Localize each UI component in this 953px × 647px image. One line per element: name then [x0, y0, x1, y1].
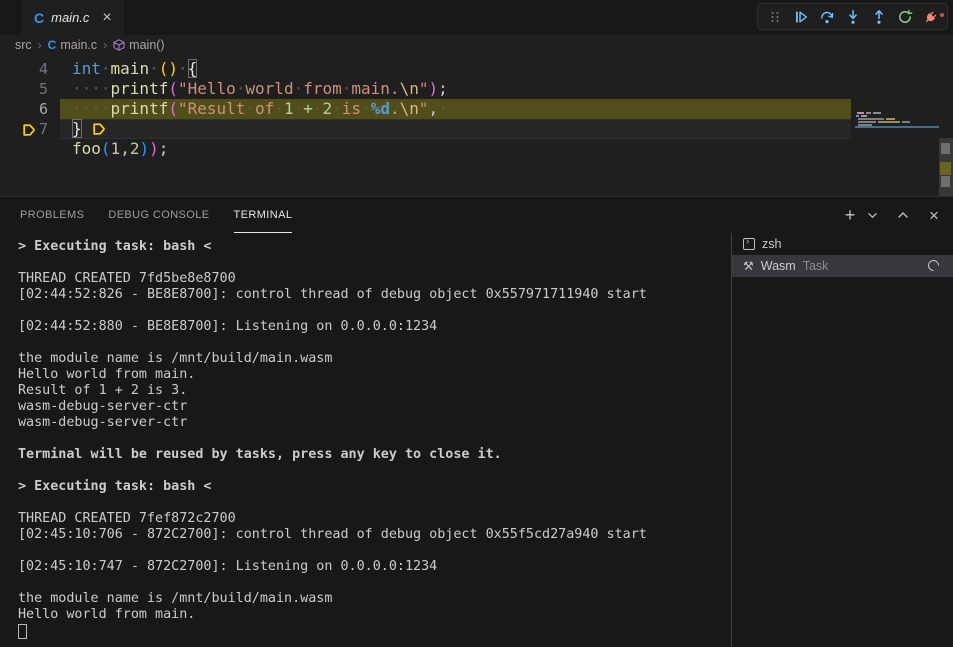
symbol-cube-icon — [113, 39, 125, 51]
tab-bar: C main.c × — [0, 0, 953, 35]
line-number: 4 — [0, 59, 48, 79]
terminal-line: Hello world from main. — [18, 367, 724, 383]
breadcrumb-src[interactable]: src — [15, 38, 32, 52]
terminal-line: > Executing task: bash < — [18, 479, 724, 495]
breadcrumb-label: main.c — [60, 38, 97, 52]
breadcrumb-label: main() — [129, 38, 164, 52]
debug-restart-icon[interactable] — [893, 5, 916, 28]
terminal-line: the module name is /mnt/build/main.wasm — [18, 351, 724, 367]
chevron-right-icon: › — [103, 38, 107, 52]
panel-tab-terminal[interactable]: TERMINAL — [234, 197, 293, 233]
tools-icon: ⚒ — [743, 260, 754, 272]
terminal-cursor — [18, 624, 27, 639]
close-tab-icon[interactable]: × — [102, 10, 111, 26]
breadcrumb-main-symbol[interactable]: main() — [113, 38, 164, 52]
terminal-line: wasm-debug-server-ctr — [18, 415, 724, 431]
terminal-line — [18, 463, 724, 479]
debug-step-into-icon[interactable] — [841, 5, 864, 28]
line-number: 6 — [0, 99, 48, 119]
panel-header: PROBLEMS DEBUG CONSOLE TERMINAL + × — [0, 197, 953, 233]
line-number: 7 — [0, 119, 48, 139]
terminal-line: THREAD CREATED 7fd5be8e8700 — [18, 271, 724, 287]
terminal-line — [18, 303, 724, 319]
code-text: int·main·()·{ — [72, 59, 197, 79]
terminal-profile-dropdown-icon[interactable] — [863, 206, 881, 224]
line-number: 5 — [0, 79, 48, 99]
new-terminal-button[interactable]: + — [841, 206, 859, 224]
maximize-panel-icon[interactable] — [894, 206, 912, 224]
bottom-panel: PROBLEMS DEBUG CONSOLE TERMINAL + × > Exec… — [0, 196, 953, 647]
terminal-item-label: Wasm — [761, 259, 796, 273]
vscode-window: C main.c × — [0, 0, 953, 647]
terminal-line: > Executing task: bash < — [18, 239, 724, 255]
terminal-line: [02:45:10:706 - 872C2700]: control threa… — [18, 527, 724, 543]
terminal-line: [02:44:52:880 - BE8E8700]: Listening on … — [18, 319, 724, 335]
tab-label: main.c — [51, 10, 89, 25]
terminal-line: the module name is /mnt/build/main.wasm — [18, 591, 724, 607]
code-text: ····printf("Hello·world·from·main.\n"); — [72, 79, 448, 99]
code-line-7[interactable]: 7} — [0, 119, 953, 139]
code-line-6[interactable]: 6····printf("Result·of·1·+·2·is·%d.\n",·… — [0, 99, 953, 119]
code-text: } — [72, 119, 82, 139]
debug-toolbar — [757, 3, 948, 30]
terminal-line: Hello world from main. — [18, 607, 724, 623]
code-editor[interactable]: 4 int·main·()·{ 5 ····printf("Hello·world·f… — [0, 55, 953, 196]
close-panel-icon[interactable]: × — [925, 206, 943, 224]
terminal-item-sublabel: Task — [803, 259, 829, 273]
breadcrumb-label: src — [15, 38, 32, 52]
debug-step-over-icon[interactable] — [815, 5, 838, 28]
toolbar-drag-gripper-icon[interactable] — [763, 5, 786, 28]
loading-spinner-icon — [926, 258, 942, 274]
terminal-output[interactable]: > Executing task: bash < THREAD CREATED 7… — [18, 239, 724, 640]
terminal-line — [18, 495, 724, 511]
terminal-icon: › — [743, 238, 755, 250]
terminal-line — [18, 575, 724, 591]
chevron-right-icon: › — [38, 38, 42, 52]
red-indicator-dot — [940, 13, 944, 17]
debug-continue-icon[interactable] — [789, 5, 812, 28]
panel-tab-problems[interactable]: PROBLEMS — [20, 197, 84, 233]
cursor-line-highlight — [60, 119, 851, 139]
terminal-line: Terminal will be reused by tasks, press … — [18, 447, 724, 463]
debug-step-out-icon[interactable] — [867, 5, 890, 28]
panel-actions: + × — [841, 197, 943, 233]
code-line-5[interactable]: 5 ····printf("Hello·world·from·main.\n"); — [0, 79, 953, 99]
terminal-line — [18, 431, 724, 447]
terminal-item-label: zsh — [762, 237, 781, 251]
terminal-line: THREAD CREATED 7fef872c2700 — [18, 511, 724, 527]
terminal-line — [18, 335, 724, 351]
c-file-icon: C — [34, 11, 44, 25]
tab-main-c[interactable]: C main.c × — [22, 0, 124, 35]
terminal-tabs-list: › zsh ⚒ Wasm Task — [731, 233, 953, 647]
breadcrumb-main-c[interactable]: C main.c — [48, 38, 98, 52]
panel-tab-debug-console[interactable]: DEBUG CONSOLE — [108, 197, 209, 233]
terminal-list-item-wasm[interactable]: ⚒ Wasm Task — [732, 255, 953, 277]
c-file-icon: C — [48, 39, 57, 51]
terminal-line: [02:45:10:747 - 872C2700]: Listening on … — [18, 559, 724, 575]
debug-disconnect-icon[interactable] — [919, 5, 942, 28]
minimap-viewport-line — [855, 126, 939, 128]
code-line-4[interactable]: 4 int·main·()·{ — [0, 59, 953, 79]
terminal-line — [18, 255, 724, 271]
terminal-line — [18, 543, 724, 559]
terminal-line: wasm-debug-server-ctr — [18, 399, 724, 415]
terminal-line: Result of 1 + 2 is 3. — [18, 383, 724, 399]
terminal-line: [02:44:52:826 - BE8E8700]: control threa… — [18, 287, 724, 303]
terminal-list-item-zsh[interactable]: › zsh — [732, 233, 953, 255]
breadcrumb: src › C main.c › main() — [0, 35, 953, 55]
